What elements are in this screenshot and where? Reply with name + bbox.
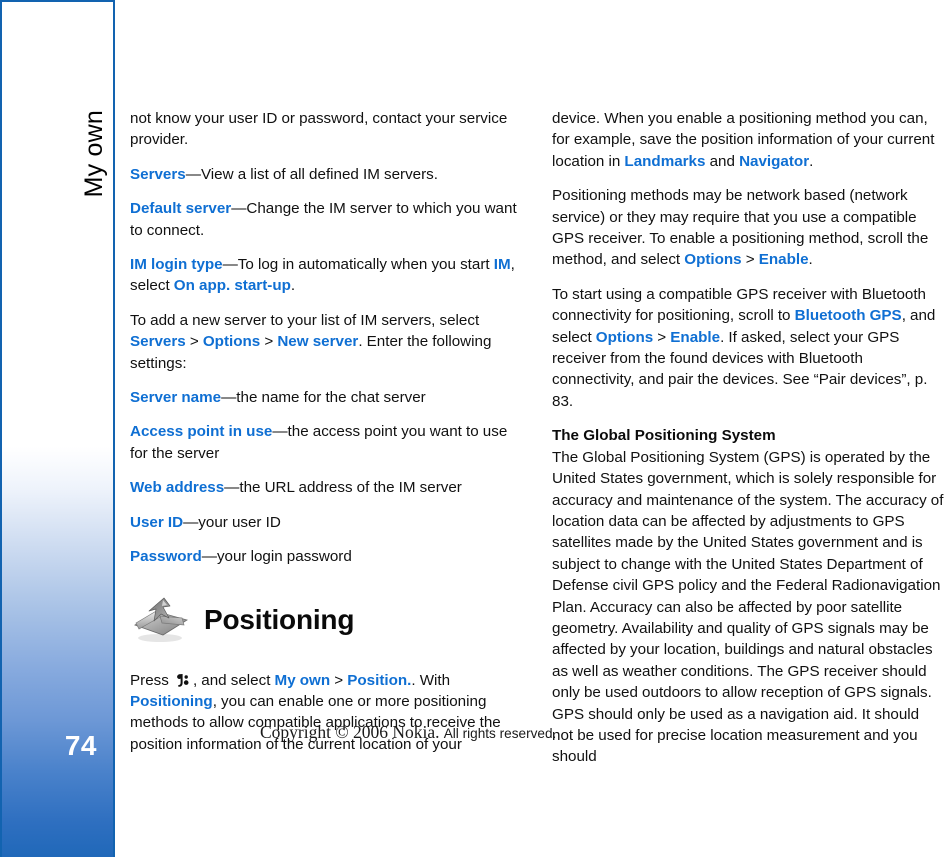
menu-separator: > <box>260 333 278 351</box>
copyright-footer: Copyright © 2006 Nokia. All rights reser… <box>260 722 556 743</box>
term-on-app-start-up: On app. start-up <box>173 277 291 295</box>
paragraph-text: —View a list of all defined IM servers. <box>185 165 438 183</box>
subheading-global-positioning-system: The Global Positioning System <box>552 427 776 445</box>
paragraph-access-point-in-use: Access point in use—the access point you… <box>130 421 522 464</box>
nokia-menu-key-icon <box>176 673 190 688</box>
paragraph-server-name: Server name—the name for the chat server <box>130 387 522 408</box>
term-my-own: My own <box>274 671 331 689</box>
paragraph-text: . <box>290 277 296 295</box>
term-servers: Servers <box>130 333 186 351</box>
paragraph-positioning-methods: Positioning methods may be network based… <box>552 185 944 271</box>
paragraph-servers: Servers—View a list of all defined IM se… <box>130 164 522 185</box>
term-im-login-type: IM login type <box>130 256 223 274</box>
term-enable: Enable <box>758 251 809 269</box>
term-enable: Enable <box>670 328 721 346</box>
term-options: Options <box>202 333 261 351</box>
positioning-book-icon <box>130 592 192 648</box>
term-user-id: User ID <box>130 513 184 531</box>
term-bluetooth-gps: Bluetooth GPS <box>794 307 902 325</box>
menu-separator: > <box>741 251 759 269</box>
page-number: 74 <box>64 730 97 761</box>
term-default-server: Default server <box>130 200 232 218</box>
term-new-server: New server <box>277 333 359 351</box>
paragraph-text: , and select <box>192 671 275 689</box>
term-landmarks: Landmarks <box>624 152 706 170</box>
paragraph-user-id: User ID—your user ID <box>130 512 522 533</box>
left-text-column: not know your user ID or password, conta… <box>130 108 522 768</box>
menu-separator: > <box>653 328 671 346</box>
paragraph-text: —the URL address of the IM server <box>224 479 462 497</box>
term-server-name: Server name <box>130 389 222 407</box>
paragraph-bluetooth-gps: To start using a compatible GPS receiver… <box>552 284 944 412</box>
paragraph-text: —your login password <box>201 548 352 566</box>
term-options: Options <box>684 251 742 269</box>
term-im: IM <box>493 256 511 274</box>
chapter-sidebar: My own 74 <box>0 0 115 857</box>
paragraph-gps-description: The Global Positioning System (GPS) is o… <box>552 447 944 768</box>
right-text-column: device. When you enable a positioning me… <box>552 108 944 781</box>
section-header-positioning: Positioning <box>130 592 522 648</box>
paragraph-password: Password—your login password <box>130 546 522 567</box>
paragraph-text: . <box>809 152 814 170</box>
paragraph-default-server: Default server—Change the IM server to w… <box>130 198 522 241</box>
page-content: not know your user ID or password, conta… <box>130 0 948 857</box>
paragraph-continued-from-previous-page: not know your user ID or password, conta… <box>130 108 522 151</box>
term-position: Position. <box>347 671 412 689</box>
paragraph-text: . With <box>411 671 451 689</box>
menu-separator: > <box>185 333 203 351</box>
paragraph-text: . <box>808 251 813 269</box>
rights-reserved-notice: All rights reserved. <box>443 726 557 741</box>
paragraph-add-new-server: To add a new server to your list of IM s… <box>130 310 522 374</box>
paragraph-text: —To log in automatically when you start <box>222 256 494 274</box>
paragraph-text: and <box>705 152 740 170</box>
term-navigator: Navigator <box>739 152 810 170</box>
paragraph-text: The Global Positioning System (GPS) is o… <box>552 448 944 766</box>
paragraph-text: —the name for the chat server <box>221 389 426 407</box>
paragraph-text: —your user ID <box>183 513 281 531</box>
term-options: Options <box>595 328 654 346</box>
term-servers: Servers <box>130 165 186 183</box>
section-title-positioning: Positioning <box>204 603 355 635</box>
term-access-point-in-use: Access point in use <box>130 423 273 441</box>
copyright-notice: Copyright © 2006 Nokia. <box>260 722 440 742</box>
menu-separator: > <box>330 671 348 689</box>
paragraph-device-continued: device. When you enable a positioning me… <box>552 108 944 172</box>
paragraph-im-login-type: IM login type—To log in automatically wh… <box>130 254 522 297</box>
paragraph-web-address: Web address—the URL address of the IM se… <box>130 477 522 498</box>
paragraph-text: To add a new server to your list of IM s… <box>130 311 480 329</box>
term-web-address: Web address <box>130 479 225 497</box>
term-positioning: Positioning <box>130 692 213 710</box>
paragraph-text: Press <box>130 671 173 689</box>
term-password: Password <box>130 548 202 566</box>
chapter-tab-label: My own <box>80 110 108 198</box>
paragraph-text: not know your user ID or password, conta… <box>130 110 508 149</box>
